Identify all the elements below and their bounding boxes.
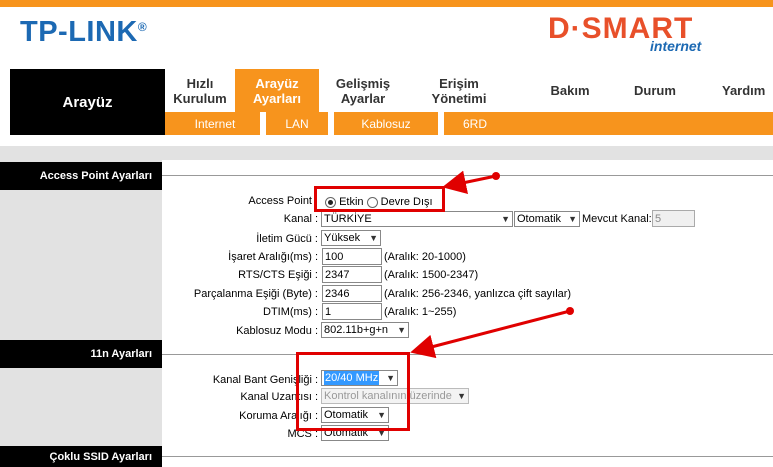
tx-power-label: İletim Gücü :: [256, 233, 318, 245]
subtab-lan[interactable]: LAN: [266, 112, 328, 135]
dtim-hint: (Aralık: 1~255): [384, 306, 457, 318]
tab-advanced[interactable]: Gelişmiş Ayarlar: [319, 69, 407, 112]
tab-help[interactable]: Yardım: [712, 69, 773, 112]
channel-mode-select[interactable]: Otomatik ▼: [514, 211, 580, 227]
annotation-box-access-point: [314, 186, 445, 212]
beacon-interval-label: İşaret Aralığı(ms) :: [228, 251, 318, 263]
arrow-access-point: [442, 170, 497, 195]
tab-access-management[interactable]: Erişim Yönetimi: [407, 69, 511, 112]
section-title: Arayüz: [10, 69, 165, 135]
tab-maintenance[interactable]: Bakım: [530, 69, 610, 112]
dtim-input[interactable]: 1: [322, 303, 382, 320]
rts-threshold-hint: (Aralık: 1500-2347): [384, 269, 479, 281]
arrow-tail-dot: [566, 307, 574, 315]
subtab-wireless[interactable]: Kablosuz: [334, 112, 438, 135]
access-point-label: Access Point: [248, 195, 312, 207]
subtab-6rd[interactable]: 6RD: [444, 112, 506, 135]
tx-power-select[interactable]: Yüksek ▼: [321, 230, 381, 246]
rts-threshold-input[interactable]: 2347: [322, 266, 382, 283]
current-channel-label: Mevcut Kanal:: [582, 213, 652, 225]
section-divider: [162, 175, 773, 176]
section-divider: [162, 354, 773, 355]
top-accent-bar: [0, 0, 773, 7]
divider-band: [0, 146, 773, 160]
arrow-tail-dot: [492, 172, 500, 180]
beacon-interval-hint: (Aralık: 20-1000): [384, 251, 466, 263]
annotation-box-bandwidth: [296, 352, 410, 431]
beacon-interval-input[interactable]: 100: [322, 248, 382, 265]
fragment-threshold-input[interactable]: 2346: [322, 285, 382, 302]
channel-extension-label: Kanal Uzantısı :: [240, 391, 318, 403]
guard-interval-label: Koruma Aralığı :: [239, 410, 318, 422]
bandwidth-label: Kanal Bant Genişliği :: [212, 374, 318, 386]
section-header-access-point: Access Point Ayarları: [0, 162, 162, 190]
mcs-label: MCS :: [287, 428, 318, 440]
tab-interface-settings[interactable]: Arayüz Ayarları: [235, 69, 319, 112]
wireless-mode-select[interactable]: 802.11b+g+n ▼: [321, 322, 409, 338]
dsmart-logo-sub: internet: [650, 38, 702, 54]
tp-link-logo: TP-LINK®: [20, 16, 148, 48]
wireless-mode-label: Kablosuz Modu :: [236, 325, 318, 337]
current-channel-field: 5: [652, 210, 695, 227]
subtab-internet[interactable]: Internet: [170, 112, 260, 135]
tab-status[interactable]: Durum: [615, 69, 695, 112]
fragment-threshold-label: Parçalanma Eşiği (Byte) :: [193, 288, 318, 300]
section-header-multi-ssid: Çoklu SSID Ayarları: [0, 446, 162, 467]
tab-quick-setup[interactable]: Hızlı Kurulum: [165, 69, 235, 112]
fragment-threshold-hint: (Aralık: 256-2346, yanlızca çift sayılar…: [384, 288, 572, 300]
section-header-11n: 11n Ayarları: [0, 340, 162, 368]
dtim-label: DTIM(ms) :: [263, 306, 318, 318]
channel-label: Kanal :: [283, 213, 318, 225]
rts-threshold-label: RTS/CTS Eşiği :: [238, 269, 318, 281]
channel-country-select[interactable]: TÜRKİYE ▼: [321, 211, 513, 227]
section-divider: [162, 456, 773, 457]
